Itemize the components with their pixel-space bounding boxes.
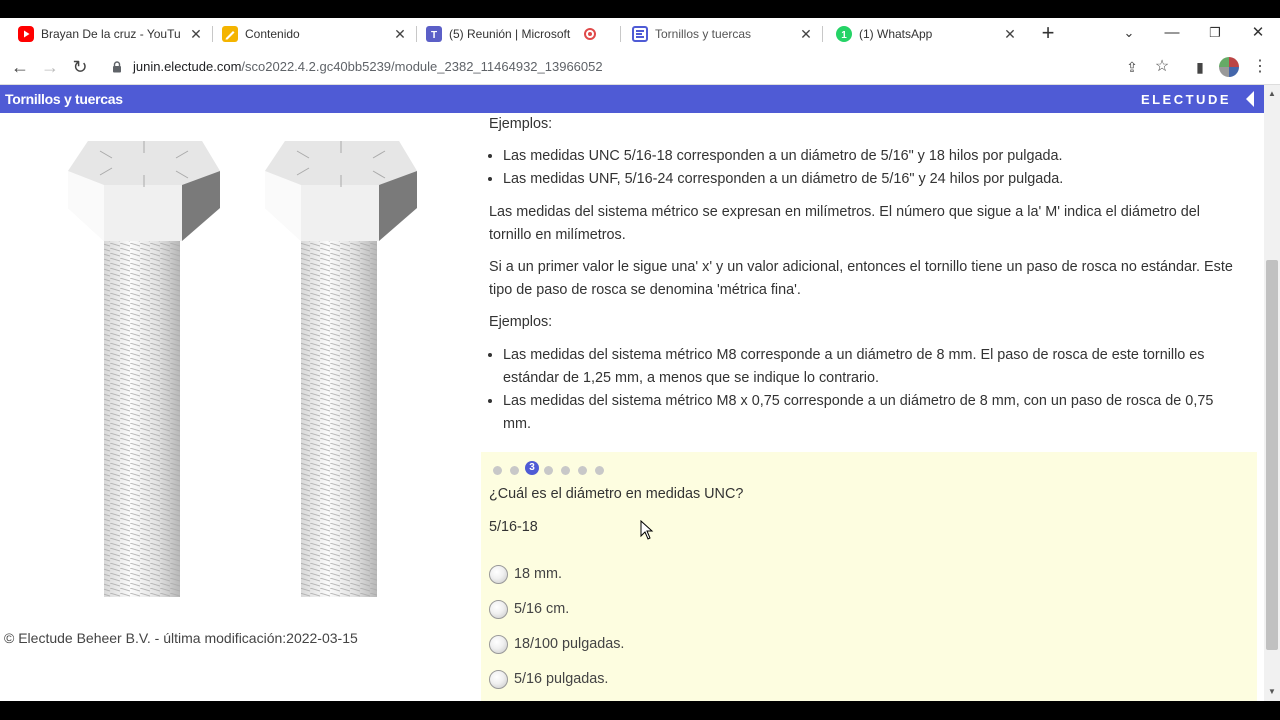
minimize-button[interactable]: — [1152, 18, 1192, 50]
step-dot[interactable] [510, 466, 519, 475]
scroll-down-icon[interactable]: ▼ [1268, 687, 1276, 696]
tab-divider [620, 26, 621, 42]
close-tab-icon[interactable]: ✕ [392, 26, 408, 42]
step-dot[interactable] [595, 466, 604, 475]
whatsapp-icon: 1 [836, 26, 852, 42]
step-dot[interactable] [493, 466, 502, 475]
back-arrow-icon[interactable]: ← [8, 55, 32, 79]
tab-divider [212, 26, 213, 42]
answer-option[interactable]: 5/16 cm. [489, 598, 569, 620]
close-tab-icon[interactable]: ✕ [188, 26, 204, 42]
option-label: 18 mm. [514, 566, 562, 582]
examples-heading: Ejemplos: [489, 116, 553, 132]
tab-title: (5) Reunión | Microsoft T [449, 27, 571, 41]
tab-teams[interactable]: T (5) Reunión | Microsoft T [426, 18, 604, 50]
list-item: Las medidas UNC 5/16-18 corresponden a u… [503, 145, 1243, 168]
scrollbar-thumb[interactable] [1266, 260, 1278, 650]
top-black-bar [0, 0, 1280, 18]
radio-button[interactable] [489, 599, 508, 619]
brand-logo: ELECTUDE [1140, 92, 1231, 107]
tab-whatsapp[interactable]: 1 (1) WhatsApp ✕ [836, 18, 1018, 50]
tab-search-chevron-icon[interactable]: ⌄ [1109, 18, 1149, 50]
url-field[interactable]: junin.electude.com/sco2022.4.2.gc40bb523… [133, 59, 603, 74]
step-dot[interactable] [578, 466, 587, 475]
step-dot[interactable] [544, 466, 553, 475]
menu-kebab-icon[interactable]: ⋮ [1248, 55, 1272, 79]
tab-title: (1) WhatsApp [859, 27, 933, 41]
tab-youtube[interactable]: Brayan De la cruz - YouTube ✕ [18, 18, 204, 50]
recording-icon [584, 28, 596, 40]
notes-icon [222, 26, 238, 42]
restore-button[interactable]: ❐ [1195, 18, 1235, 50]
share-icon[interactable]: ⇪ [1120, 55, 1144, 79]
screen: Brayan De la cruz - YouTube ✕ Contenido … [0, 0, 1280, 720]
quiz-panel: 3 ¿Cuál es el diámetro en medidas UNC? 5… [481, 452, 1257, 701]
step-dot[interactable] [561, 466, 570, 475]
radio-button[interactable] [489, 564, 508, 584]
paragraph-fine-pitch: Si a un primer valor le sigue una' x' y … [489, 259, 1233, 298]
close-window-button[interactable]: ✕ [1238, 18, 1278, 50]
question-subject: 5/16-18 [489, 519, 538, 535]
svg-text:T: T [431, 30, 437, 41]
bookmark-star-icon[interactable]: ☆ [1150, 55, 1174, 79]
url-path: /sco2022.4.2.gc40bb5239/module_2382_1146… [241, 59, 603, 74]
electude-icon [632, 26, 648, 42]
examples-list: Las medidas UNC 5/16-18 corresponden a u… [503, 145, 1243, 191]
tab-divider [822, 26, 823, 42]
answer-option[interactable]: 5/16 pulgadas. [489, 668, 608, 690]
illustration-pane: © Electude Beheer B.V. - última modifica… [0, 113, 470, 701]
app-header: Tornillos y tuercas ELECTUDE [0, 85, 1264, 113]
scroll-up-icon[interactable]: ▲ [1268, 89, 1276, 98]
tab-title: Brayan De la cruz - YouTube [41, 27, 181, 41]
collapse-arrow-icon[interactable] [1246, 91, 1254, 107]
close-tab-icon[interactable]: ✕ [798, 26, 814, 42]
lock-icon[interactable] [112, 60, 122, 73]
examples-list: Las medidas del sistema métrico M8 corre… [503, 344, 1243, 436]
main-content: © Electude Beheer B.V. - última modifica… [0, 113, 1264, 701]
option-label: 18/100 pulgadas. [514, 636, 625, 652]
reload-icon[interactable]: ↻ [68, 55, 92, 79]
bolt-left [68, 141, 220, 597]
option-label: 5/16 cm. [514, 601, 570, 617]
option-label: 5/16 pulgadas. [514, 671, 609, 687]
tab-title: Tornillos y tuercas [655, 27, 752, 41]
copyright-text: © Electude Beheer B.V. - última modifica… [4, 630, 358, 646]
svg-text:1: 1 [841, 30, 847, 41]
list-item: Las medidas del sistema métrico M8 x 0,7… [503, 390, 1243, 436]
side-panel-icon[interactable]: ▮ [1188, 55, 1212, 79]
answer-option[interactable]: 18/100 pulgadas. [489, 633, 624, 655]
avatar[interactable] [1219, 57, 1239, 77]
tab-divider [416, 26, 417, 42]
examples-heading: Ejemplos: [489, 314, 553, 330]
address-bar: ← → ↻ junin.electude.com/sco2022.4.2.gc4… [0, 50, 1280, 85]
paragraph-metric: Las medidas del sistema métrico se expre… [489, 204, 1200, 243]
youtube-icon [18, 26, 34, 42]
question-text: ¿Cuál es el diámetro en medidas UNC? [489, 486, 744, 502]
tab-tornillos-active[interactable]: Tornillos y tuercas ✕ [632, 18, 814, 50]
tab-title: Contenido [245, 27, 300, 41]
mouse-cursor-icon [640, 520, 654, 540]
answer-option[interactable]: 18 mm. [489, 563, 562, 585]
page-title: Tornillos y tuercas [5, 91, 123, 107]
tab-strip: Brayan De la cruz - YouTube ✕ Contenido … [0, 18, 1280, 50]
bolt-right [265, 141, 417, 597]
teams-icon: T [426, 26, 442, 42]
hex-bolts-illustration [68, 141, 417, 597]
step-dot-active[interactable]: 3 [525, 461, 539, 475]
scrollbar[interactable]: ▲ ▼ [1264, 85, 1280, 701]
new-tab-button[interactable]: + [1028, 18, 1068, 50]
radio-button[interactable] [489, 634, 508, 654]
close-tab-icon[interactable]: ✕ [1002, 26, 1018, 42]
bottom-black-bar [0, 701, 1280, 720]
radio-button[interactable] [489, 669, 508, 689]
list-item: Las medidas UNF, 5/16-24 corresponden a … [503, 168, 1243, 191]
url-host: junin.electude.com [133, 59, 242, 74]
list-item: Las medidas del sistema métrico M8 corre… [503, 344, 1243, 390]
forward-arrow-icon[interactable]: → [38, 55, 62, 79]
tab-contenido[interactable]: Contenido ✕ [222, 18, 408, 50]
